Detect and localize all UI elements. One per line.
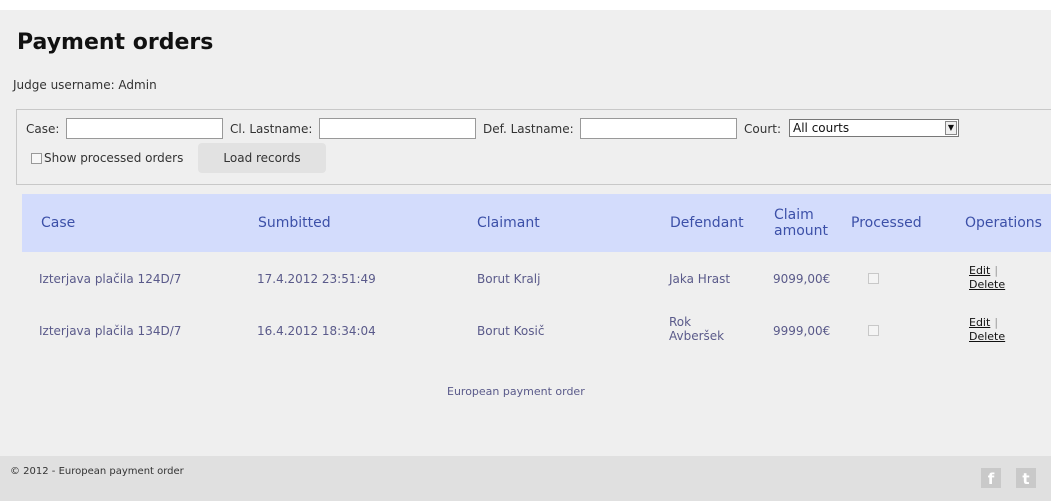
court-select[interactable]: All courts ▼ [789,119,959,137]
delete-link[interactable]: Delete [969,278,1005,292]
court-label: Court: [744,122,782,136]
processed-checkbox[interactable] [868,273,879,284]
table-row: Izterjava plačila 134D/7 16.4.2012 18:34… [22,310,1051,362]
cell-amount: 9099,00€ [773,272,831,286]
operations-cell: Edit | Delete [969,264,1005,292]
defendant-lastname-input[interactable] [580,118,737,139]
cell-amount: 9999,00€ [773,324,831,338]
cell-claimant: Borut Kralj [477,272,541,286]
cell-defendant-line2: Avberšek [669,329,725,343]
operations-cell: Edit | Delete [969,316,1005,344]
cell-defendant: Jaka Hrast [669,272,730,286]
header-submitted: Sumbitted [258,215,331,231]
cell-defendant-line1: Jaka Hrast [669,272,731,286]
footer: © 2012 - European payment order f t [0,456,1051,501]
load-records-button[interactable]: Load records [198,143,326,173]
header-processed: Processed [851,215,922,231]
delete-link[interactable]: Delete [969,330,1005,344]
edit-link[interactable]: Edit [969,316,990,329]
copyright-text: © 2012 - European payment order [10,466,184,477]
show-processed-label[interactable]: Show processed orders [44,151,183,165]
header-claim-amount-line1: Claim [774,207,814,223]
facebook-icon[interactable]: f [981,468,1001,488]
edit-link[interactable]: Edit [969,264,990,277]
court-selected-value: All courts [793,121,850,135]
table-header: Case Sumbitted Claimant Defendant Claim … [22,194,1051,252]
header-defendant: Defendant [670,215,744,231]
cell-defendant-line1: Rok [669,315,692,329]
cell-case: Izterjava plačila 124D/7 [39,272,182,286]
claimant-lastname-label: Cl. Lastname: [230,122,313,136]
table-row: Izterjava plačila 124D/7 17.4.2012 23:51… [22,258,1051,310]
show-processed-checkbox[interactable] [31,153,42,164]
operations-separator: | [994,264,999,277]
header-operations: Operations [965,215,1042,231]
cell-submitted: 16.4.2012 18:34:04 [257,324,376,338]
chevron-down-icon[interactable]: ▼ [945,121,957,135]
case-input[interactable] [66,118,223,139]
claimant-lastname-input[interactable] [319,118,476,139]
header-claimant: Claimant [477,215,540,231]
case-label: Case: [26,122,60,136]
cell-case: Izterjava plačila 134D/7 [39,324,182,338]
processed-checkbox[interactable] [868,325,879,336]
judge-username: Judge username: Admin [13,78,157,92]
header-claim-amount-line2: amount [774,223,829,239]
defendant-lastname-label: Def. Lastname: [483,122,574,136]
cell-submitted: 17.4.2012 23:51:49 [257,272,376,286]
filter-panel: Case: Cl. Lastname: Def. Lastname: Court… [16,109,1051,185]
operations-separator: | [994,316,999,329]
content-area: Payment orders Judge username: Admin Cas… [0,10,1051,456]
header-claim-amount: Claim amount [774,207,828,239]
twitter-icon[interactable]: t [1016,468,1036,488]
page-title: Payment orders [17,30,214,55]
european-payment-order-link[interactable]: European payment order [447,385,585,398]
cell-claimant: Borut Kosič [477,324,545,338]
header-case: Case [41,215,76,231]
cell-defendant: Rok Avberšek [669,315,724,343]
